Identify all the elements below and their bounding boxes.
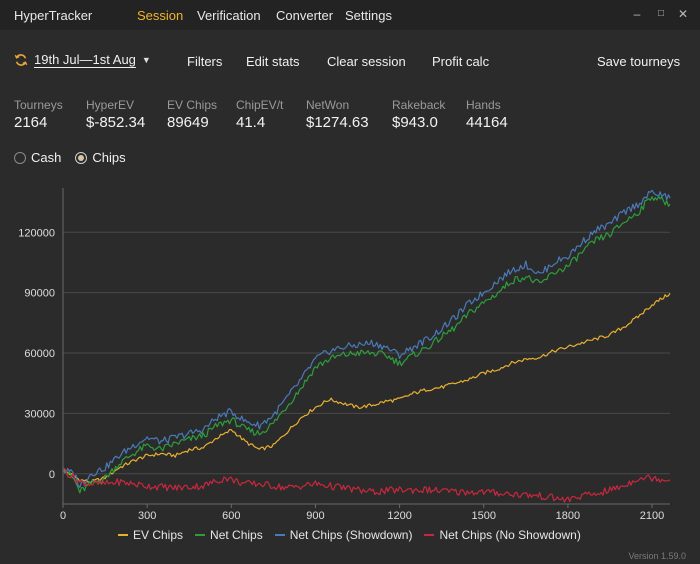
legend-item[interactable]: EV Chips <box>118 528 183 542</box>
close-icon[interactable]: ✕ <box>676 7 690 21</box>
radio-label: Cash <box>31 150 62 165</box>
legend-label: EV Chips <box>133 528 184 542</box>
x-tick-label: 300 <box>138 510 156 522</box>
minimize-icon[interactable]: – <box>630 7 644 21</box>
refresh-icon[interactable] <box>14 53 28 67</box>
radio-chips[interactable]: Chips <box>75 150 126 165</box>
stat-label: Tourneys <box>14 98 63 112</box>
x-tick-label: 2100 <box>640 510 664 522</box>
stat-label: HyperEV <box>86 98 135 112</box>
legend-swatch <box>274 534 285 536</box>
series-line-ev-chips <box>62 293 671 484</box>
app-title: HyperTracker <box>14 8 93 23</box>
stat-label: NetWon <box>306 98 350 112</box>
legend-swatch <box>424 534 435 536</box>
stat-tourneys: Tourneys 2164 <box>14 98 63 131</box>
stat-ev-chips: EV Chips 89649 <box>167 98 217 131</box>
legend-item[interactable]: Net Chips (No Showdown) <box>424 528 581 542</box>
stat-value: $943.0 <box>392 114 438 131</box>
chart-legend: EV Chips Net Chips Net Chips (Showdown) Net… <box>118 528 581 542</box>
stat-label: Rakeback <box>392 98 446 112</box>
date-range-label[interactable]: 19th Jul—1st Aug <box>34 52 136 67</box>
legend-label: Net Chips (No Showdown) <box>439 528 581 542</box>
title-bar: HyperTracker Session Verification Conver… <box>0 0 700 30</box>
x-tick-label: 0 <box>60 510 66 522</box>
legend-swatch <box>195 534 206 536</box>
y-tick-label: 90000 <box>24 288 55 300</box>
legend-label: Net Chips (Showdown) <box>289 528 413 542</box>
version-label: Version 1.59.0 <box>628 551 686 561</box>
radio-cash[interactable]: Cash <box>14 150 61 165</box>
y-tick-label: 60000 <box>24 348 55 360</box>
stat-rakeback: Rakeback $943.0 <box>392 98 445 131</box>
save-tourneys-button[interactable]: Save tourneys <box>597 54 680 69</box>
x-tick-label: 1500 <box>472 510 496 522</box>
x-tick-label: 600 <box>222 510 240 522</box>
stat-label: Hands <box>466 98 501 112</box>
legend-label: Net Chips <box>210 528 263 542</box>
stat-netwon: NetWon $1274.63 <box>306 98 369 131</box>
stat-value: 41.4 <box>236 114 266 131</box>
maximize-icon[interactable]: □ <box>654 8 668 19</box>
stat-value: 89649 <box>167 114 209 131</box>
clear-session-button[interactable]: Clear session <box>327 54 406 69</box>
filters-button[interactable]: Filters <box>187 54 222 69</box>
legend-item[interactable]: Net Chips <box>195 528 263 542</box>
menu-converter[interactable]: Converter <box>276 8 333 23</box>
y-tick-label: 0 <box>49 469 55 481</box>
menu-verification[interactable]: Verification <box>197 8 261 23</box>
x-tick-label: 1200 <box>387 510 411 522</box>
radio-circle-icon[interactable] <box>14 151 26 164</box>
x-tick-label: 900 <box>306 510 324 522</box>
menu-settings[interactable]: Settings <box>345 8 392 23</box>
stat-hands: Hands 44164 <box>466 98 508 131</box>
legend-swatch <box>118 534 128 536</box>
stat-value: 2164 <box>14 114 48 131</box>
radio-circle-checked-icon[interactable] <box>75 151 88 164</box>
stat-chipev-per-t: ChipEV/t 41.4 <box>236 98 283 131</box>
menu-session[interactable]: Session <box>137 8 183 23</box>
radio-label: Chips <box>92 150 126 165</box>
session-chart: 0 30000 60000 90000 120000 0 300 600 900 1200 1500… <box>18 188 671 522</box>
stat-value: $1274.63 <box>306 114 369 131</box>
y-tick-label: 120000 <box>18 227 55 239</box>
date-range-selector[interactable]: 19th Jul—1st Aug ▼ <box>14 52 151 67</box>
stat-hyperev: HyperEV $-852.34 <box>86 98 145 131</box>
profit-calc-button[interactable]: Profit calc <box>432 54 489 69</box>
x-tick-label: 1800 <box>556 510 580 522</box>
y-tick-label: 30000 <box>24 408 55 420</box>
stat-value: $-852.34 <box>86 114 146 131</box>
mode-radio-group: Cash Chips <box>14 150 126 165</box>
chevron-down-icon[interactable]: ▼ <box>142 55 151 65</box>
stat-label: ChipEV/t <box>236 98 284 112</box>
edit-stats-button[interactable]: Edit stats <box>246 54 299 69</box>
legend-item[interactable]: Net Chips (Showdown) <box>274 528 413 542</box>
stat-value: 44164 <box>466 114 508 131</box>
stat-label: EV Chips <box>167 98 218 112</box>
series-line-net-chips-showdown <box>62 189 671 488</box>
